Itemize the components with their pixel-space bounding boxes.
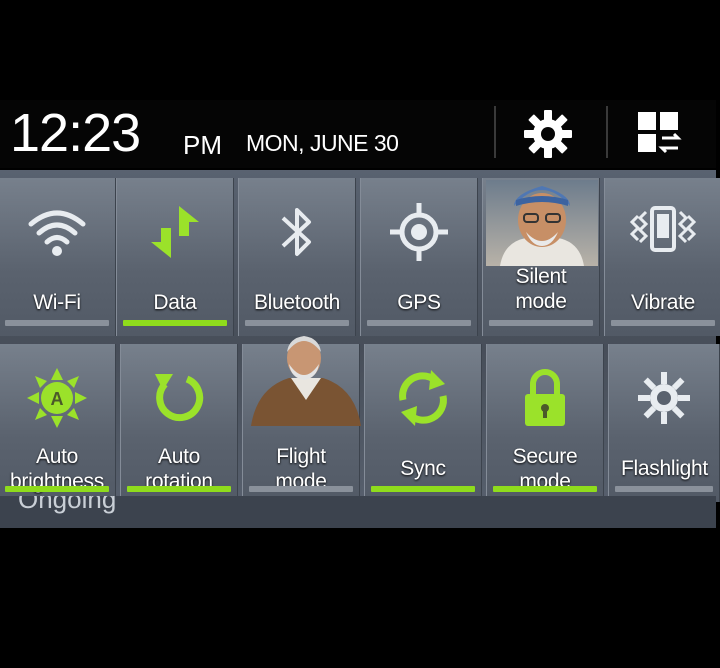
svg-text:A: A [51,389,64,409]
clock-ampm: PM [183,130,222,160]
portrait-icon [486,180,598,266]
tile-label: Wi-Fi [33,291,81,314]
ongoing-header: Ongoing [0,496,716,528]
wifi-icon [0,200,115,264]
tile-status-bar [367,320,471,326]
tile-status-bar [371,486,475,492]
date-label: MON, JUNE 30 [246,130,399,156]
tile-wifi[interactable]: Wi-Fi [0,178,116,336]
tile-status-bar [611,320,715,326]
tile-label: Sync [400,457,446,480]
divider [606,106,608,158]
gear-icon[interactable] [518,106,578,162]
tile-flashlight[interactable]: Flashlight [608,344,720,502]
tile-label: GPS [397,291,441,314]
brightness-icon: A [0,366,115,430]
tile-status-bar [127,486,231,492]
tile-status-bar [5,486,109,492]
ongoing-label: Ongoing [18,496,117,514]
tile-flight-mode[interactable]: Flight mode [242,336,361,502]
tile-auto-rotation[interactable]: Auto rotation [120,344,238,502]
tile-silent-mode[interactable]: Silent mode [482,178,600,336]
tile-auto-brightness[interactable]: A Auto brightness [0,344,116,502]
vibrate-icon [605,200,720,264]
sync-icon [365,366,481,430]
quick-settings-panel: Wi-Fi Data Bluetooth GPS Silent mode Vib… [0,170,720,528]
status-bar: 12:23 PM MON, JUNE 30 [0,100,716,168]
lock-icon [487,366,603,430]
tile-label: Silent mode [515,265,567,313]
grid-switch-icon[interactable] [630,106,690,162]
data-arrows-icon [117,200,233,264]
tile-status-bar [489,320,593,326]
tile-status-bar [5,320,109,326]
portrait-icon [249,330,363,426]
rotation-icon [121,366,237,430]
tile-secure-mode[interactable]: Secure mode [486,344,604,502]
divider [494,106,496,158]
tile-label: Data [153,291,197,314]
gps-icon [361,200,477,264]
flashlight-icon [609,366,719,430]
tile-vibrate[interactable]: Vibrate [604,178,720,336]
tile-status-bar [245,320,349,326]
tile-label: Bluetooth [253,291,341,314]
tile-status-bar [123,320,227,326]
clock-time: 12:23 [10,103,141,163]
tile-status-bar [249,486,353,492]
tile-status-bar [493,486,597,492]
tile-data[interactable]: Data [116,178,234,336]
bluetooth-icon [239,200,355,264]
tile-sync[interactable]: Sync [364,344,482,502]
tile-label: Vibrate [630,291,696,314]
tile-bluetooth[interactable]: Bluetooth [238,178,356,336]
tile-status-bar [615,486,713,492]
tile-gps[interactable]: GPS [360,178,478,336]
tile-label: Flashlight [621,457,708,480]
